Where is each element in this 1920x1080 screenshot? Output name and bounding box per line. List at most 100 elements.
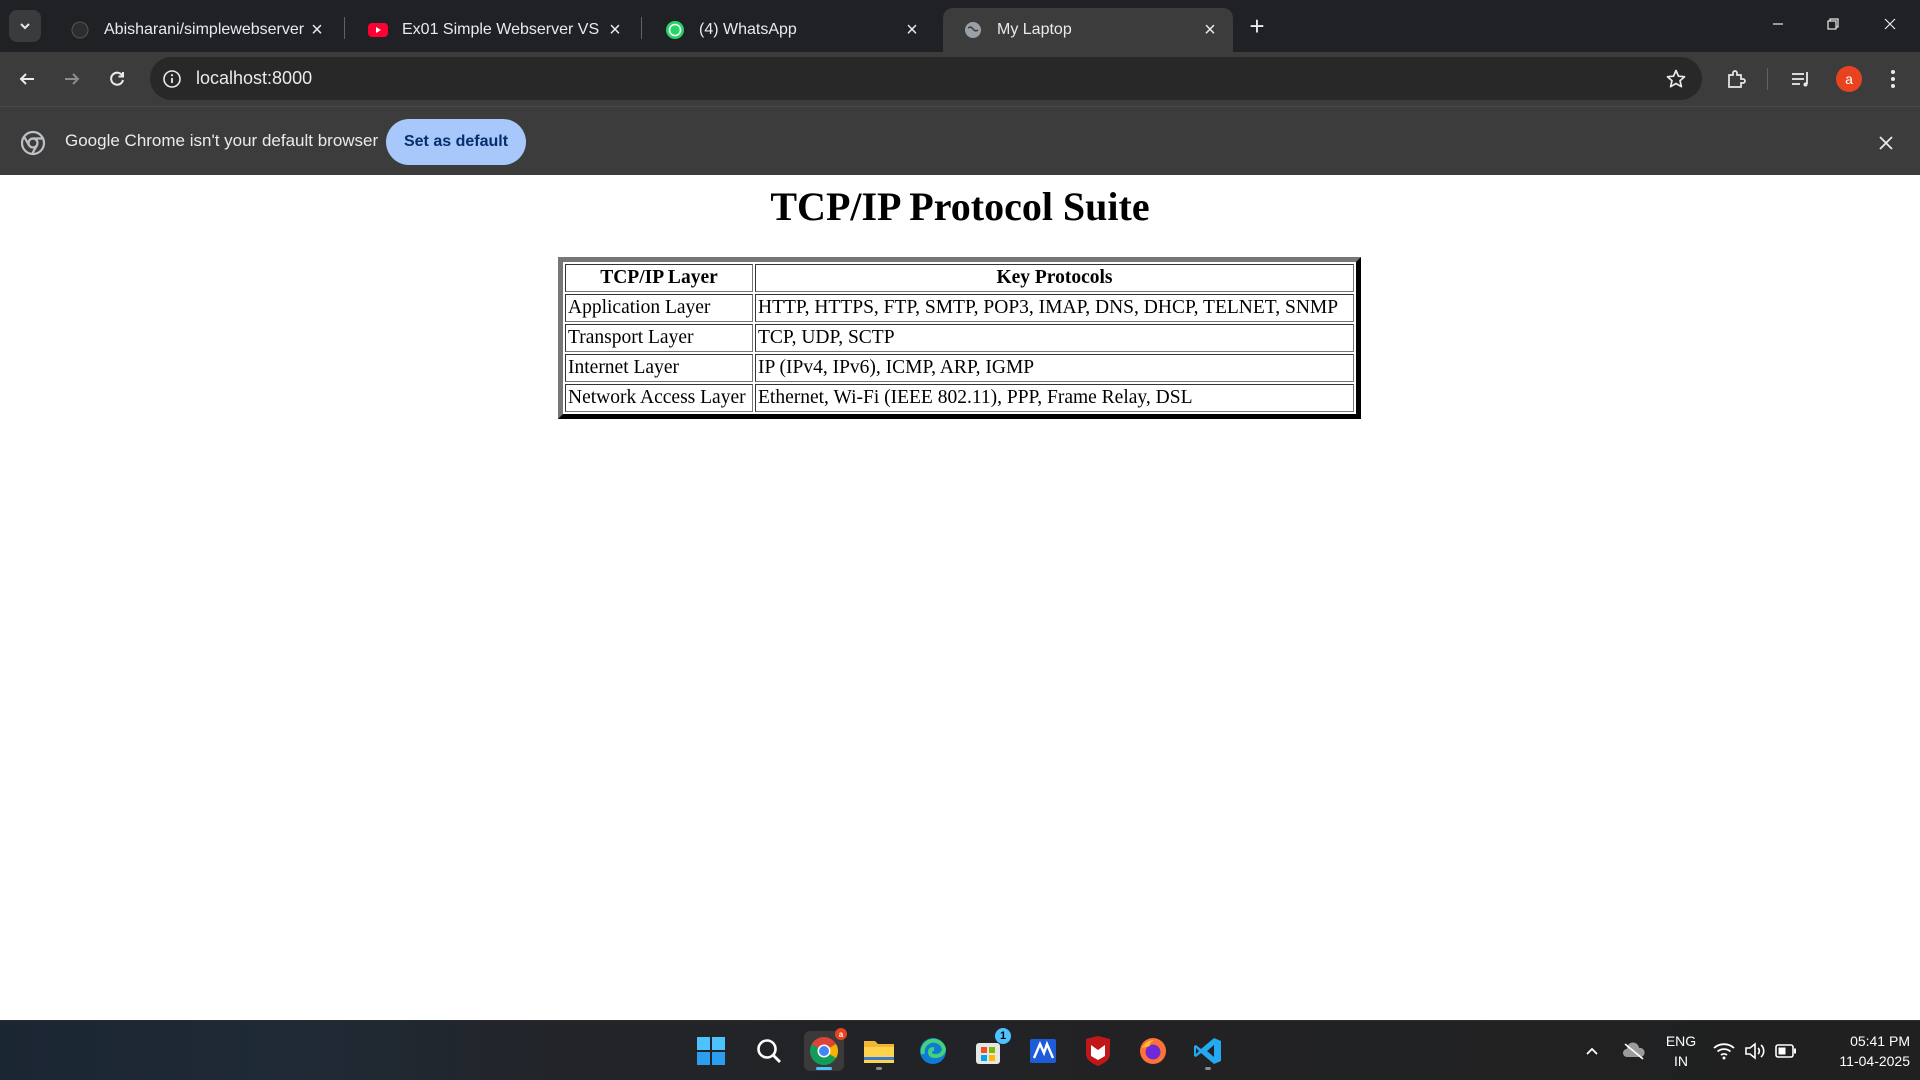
tab-youtube[interactable]: Ex01 Simple Webserver VS Code × (348, 8, 638, 52)
whatsapp-icon (665, 20, 685, 40)
bookmark-star-icon[interactable] (1664, 67, 1688, 91)
running-indicator (816, 1067, 832, 1070)
column-header: Key Protocols (755, 264, 1354, 292)
wifi-button[interactable] (1706, 1031, 1742, 1071)
extensions-button[interactable] (1721, 64, 1751, 94)
youtube-icon (368, 20, 388, 40)
column-header: TCP/IP Layer (565, 264, 753, 292)
arrow-right-icon (65, 73, 80, 85)
tab-strip: Abisharani/simplewebserver × Ex01 Simple… (0, 0, 1920, 52)
more-vertical-icon (1891, 70, 1895, 88)
infobar-message: Google Chrome isn't your default browser (65, 131, 379, 150)
protocol-table: TCP/IP Layer Key Protocols Application L… (558, 257, 1361, 419)
mcafee-icon (1086, 1036, 1110, 1066)
close-icon (1879, 136, 1893, 150)
volume-icon (1745, 1042, 1765, 1060)
language-indicator[interactable]: ENG IN (1664, 1031, 1698, 1071)
wifi-icon (1713, 1043, 1735, 1060)
taskbar-mathway[interactable] (1023, 1031, 1063, 1071)
close-infobar-button[interactable] (1874, 131, 1898, 155)
close-tab-button[interactable]: × (306, 19, 328, 41)
media-queue-icon (1792, 72, 1808, 87)
protocols-cell: Ethernet, Wi-Fi (IEEE 802.11), PPP, Fram… (755, 384, 1354, 412)
protocols-cell: HTTP, HTTPS, FTP, SMTP, POP3, IMAP, DNS,… (755, 294, 1354, 322)
browser-toolbar: localhost:8000 a (0, 52, 1920, 106)
reload-button[interactable] (100, 62, 134, 96)
mathway-icon (1030, 1039, 1056, 1063)
puzzle-icon (1728, 70, 1746, 88)
edge-icon (920, 1038, 947, 1064)
taskbar-store[interactable]: 1 (968, 1028, 1011, 1071)
media-controls-button[interactable] (1786, 64, 1816, 94)
taskbar-chrome[interactable]: a (804, 1028, 847, 1071)
file-explorer-icon (864, 1041, 894, 1063)
set-as-default-button[interactable]: Set as default (386, 119, 526, 165)
chevron-down-icon (20, 23, 30, 30)
chrome-icon (810, 1037, 838, 1065)
battery-button[interactable] (1768, 1031, 1804, 1071)
notification-badge: a (835, 1028, 847, 1040)
clock[interactable]: 05:41 PM 11-04-2025 (1810, 1031, 1910, 1071)
minimize-button[interactable] (1755, 8, 1801, 40)
tab-my-laptop[interactable]: My Laptop × (943, 8, 1233, 52)
github-icon (70, 20, 90, 40)
layer-cell: Internet Layer (565, 354, 753, 382)
show-hidden-icons-button[interactable] (1572, 1031, 1612, 1071)
tab-divider (344, 17, 345, 39)
taskbar-vscode[interactable] (1188, 1031, 1228, 1071)
table-header-row: TCP/IP Layer Key Protocols (565, 264, 1354, 292)
url-text[interactable]: localhost:8000 (196, 68, 312, 89)
taskbar-edge[interactable] (913, 1031, 953, 1071)
taskbar-firefox[interactable] (1133, 1031, 1173, 1071)
address-bar[interactable]: localhost:8000 (150, 57, 1702, 100)
running-indicator (1205, 1067, 1211, 1070)
taskbar-mcafee[interactable] (1078, 1031, 1118, 1071)
notification-badge: 1 (995, 1028, 1011, 1044)
close-icon (1884, 18, 1896, 30)
windows-taskbar: a 1 ENG IN 05:41 PM 11-04-2025 (0, 1020, 1920, 1080)
new-tab-button[interactable]: + (1243, 11, 1271, 41)
search-icon (757, 1039, 781, 1063)
back-button[interactable] (10, 62, 44, 96)
firefox-icon (1140, 1038, 1166, 1064)
chrome-menu-button[interactable] (1878, 64, 1908, 94)
close-tab-button[interactable]: × (901, 19, 923, 41)
chevron-up-icon (1586, 1047, 1598, 1055)
minimize-icon (1773, 23, 1783, 25)
close-window-button[interactable] (1867, 8, 1913, 40)
page-content: TCP/IP Protocol Suite TCP/IP Layer Key P… (0, 175, 1920, 1020)
toolbar-divider (1767, 68, 1768, 90)
arrow-left-icon (19, 73, 34, 85)
clock-time: 05:41 PM (1850, 1033, 1910, 1049)
clock-date: 11-04-2025 (1839, 1053, 1910, 1069)
tab-divider (641, 17, 642, 39)
forward-button[interactable] (55, 62, 89, 96)
start-button[interactable] (691, 1031, 731, 1071)
tab-title: Abisharani/simplewebserver (104, 21, 305, 38)
battery-icon (1775, 1044, 1796, 1058)
site-info-icon[interactable] (160, 67, 184, 91)
vscode-icon (1194, 1038, 1221, 1064)
profile-avatar[interactable]: a (1836, 66, 1862, 92)
tab-whatsapp[interactable]: (4) WhatsApp × (645, 8, 935, 52)
close-tab-button[interactable]: × (604, 19, 626, 41)
globe-icon (963, 20, 983, 40)
onedrive-button[interactable] (1614, 1031, 1654, 1071)
close-tab-button[interactable]: × (1199, 19, 1221, 41)
tab-title: Ex01 Simple Webserver VS Code (402, 21, 604, 38)
default-browser-infobar: Google Chrome isn't your default browser… (0, 106, 1920, 175)
page-title: TCP/IP Protocol Suite (770, 184, 1150, 229)
reload-icon (110, 71, 124, 86)
tab-search-button[interactable] (9, 10, 41, 42)
table-row: Transport Layer TCP, UDP, SCTP (565, 324, 1354, 352)
tab-title: (4) WhatsApp (699, 21, 797, 38)
restore-button[interactable] (1810, 8, 1856, 40)
taskbar-file-explorer[interactable] (859, 1031, 899, 1071)
windows-start-icon (697, 1037, 725, 1065)
layer-cell: Network Access Layer (565, 384, 753, 412)
taskbar-search-button[interactable] (749, 1031, 789, 1071)
running-indicator (876, 1067, 882, 1070)
tab-github[interactable]: Abisharani/simplewebserver × (50, 8, 340, 52)
tab-title: My Laptop (997, 21, 1072, 38)
chrome-logo-icon (20, 130, 46, 156)
